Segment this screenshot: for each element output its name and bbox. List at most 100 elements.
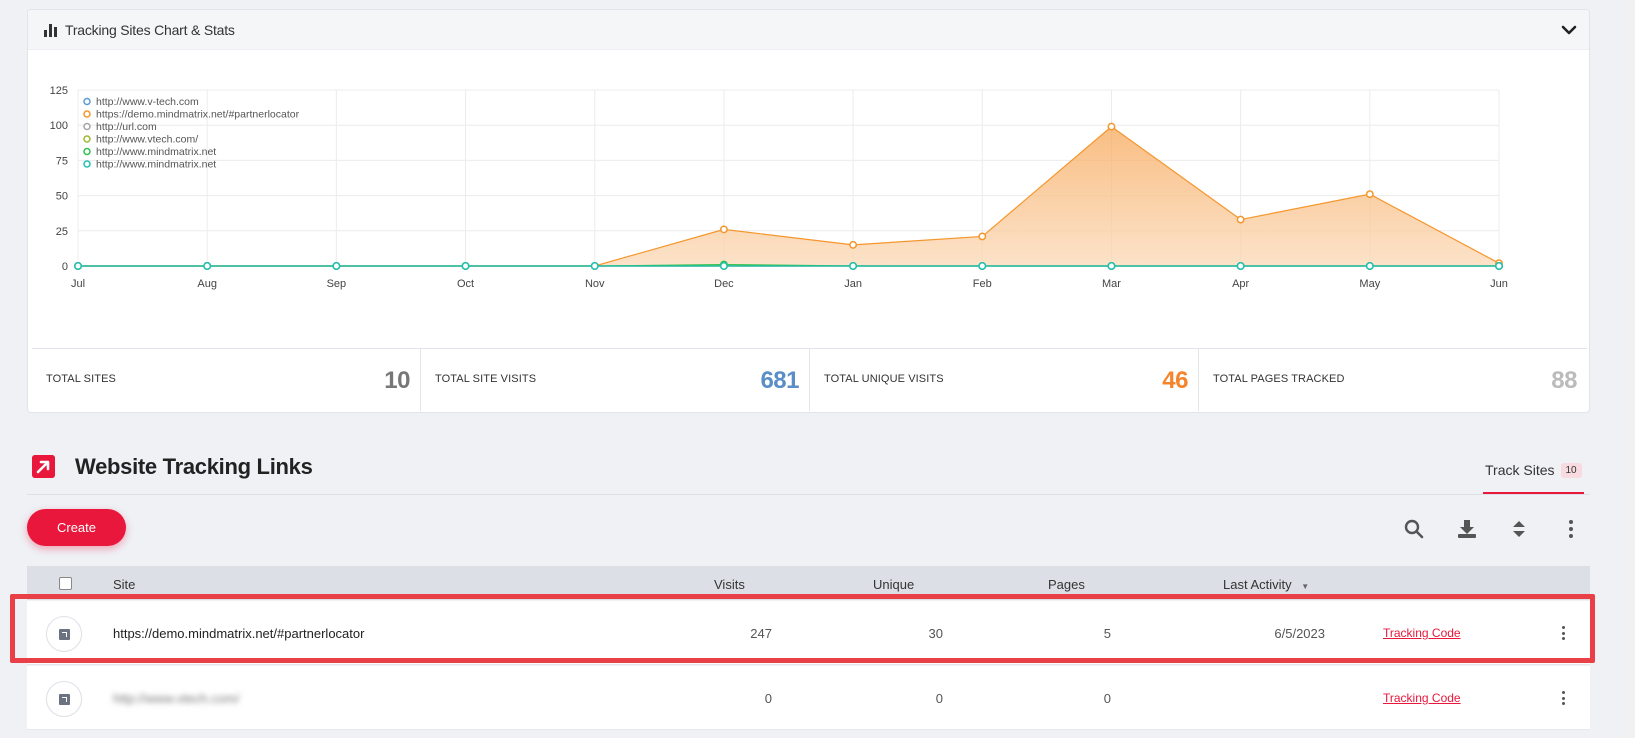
tab-track-sites[interactable]: Track Sites 10 xyxy=(1483,462,1584,494)
y-tick-label: 50 xyxy=(56,191,68,203)
legend-label: http://url.com xyxy=(96,121,157,133)
sort-icon[interactable] xyxy=(1508,518,1530,540)
row-more-icon[interactable] xyxy=(1560,691,1566,705)
section-divider xyxy=(27,494,1590,495)
data-point xyxy=(978,232,987,241)
x-tick-label: Dec xyxy=(714,278,734,290)
tracking-line-chart: 0 25 50 75 100 125 Jul Aug Sep Oct Nov Dec Jan Feb Mar… xyxy=(50,85,1508,290)
data-point xyxy=(461,262,470,270)
x-tick-label: Jul xyxy=(71,278,85,290)
legend-label: http://www.vtech.com/ xyxy=(96,134,198,146)
data-point xyxy=(1107,122,1116,131)
chart-panel-title: Tracking Sites Chart & Stats xyxy=(65,21,235,38)
x-tick-label: Sep xyxy=(327,278,347,290)
data-point xyxy=(719,262,728,270)
chevron-down-icon[interactable] xyxy=(1559,20,1579,40)
download-icon[interactable] xyxy=(1456,518,1478,540)
column-pages[interactable]: Pages xyxy=(1048,577,1085,592)
data-point xyxy=(1236,262,1245,270)
legend-marker xyxy=(83,160,91,168)
search-icon[interactable] xyxy=(1403,518,1425,540)
stat-label: TOTAL SITE VISITS xyxy=(435,373,537,385)
stat-label: TOTAL SITES xyxy=(46,373,116,385)
unique-value: 30 xyxy=(928,626,943,641)
chart-panel: Tracking Sites Chart & Stats 0 25 50 75 100 1… xyxy=(27,9,1590,413)
legend-label: http://www.v-tech.com xyxy=(96,96,199,108)
x-tick-label: Jun xyxy=(1490,278,1508,290)
tab-label: Track Sites xyxy=(1485,462,1555,478)
data-point xyxy=(590,262,599,270)
stat-total-sites: TOTAL SITES 10 xyxy=(32,349,421,411)
data-point xyxy=(1107,262,1116,270)
visits-value: 0 xyxy=(764,691,772,706)
unique-value: 0 xyxy=(935,691,943,706)
stats-row: TOTAL SITES 10 TOTAL SITE VISITS 681 TOT… xyxy=(32,348,1587,411)
stat-label: TOTAL PAGES TRACKED xyxy=(1213,373,1345,385)
more-icon[interactable] xyxy=(1560,518,1582,540)
chart-panel-header[interactable]: Tracking Sites Chart & Stats xyxy=(28,10,1589,50)
y-tick-label: 25 xyxy=(56,226,68,238)
stat-value: 88 xyxy=(1551,367,1577,394)
column-label: Last Activity xyxy=(1223,577,1292,592)
tracking-code-link[interactable]: Tracking Code xyxy=(1383,691,1461,705)
visits-value: 247 xyxy=(750,626,772,641)
data-point xyxy=(849,262,858,270)
y-tick-label: 125 xyxy=(50,85,68,97)
stat-value: 681 xyxy=(760,367,799,394)
y-tick-label: 75 xyxy=(56,155,68,167)
x-tick-label: Oct xyxy=(457,278,474,290)
x-tick-label: Nov xyxy=(585,278,605,290)
legend-marker xyxy=(83,135,91,143)
bar-chart-icon xyxy=(44,23,58,37)
last-activity-value: 6/5/2023 xyxy=(1274,626,1325,641)
column-visits[interactable]: Visits xyxy=(714,577,745,592)
legend-marker xyxy=(83,110,91,118)
data-point xyxy=(1365,262,1374,270)
legend-marker xyxy=(83,122,91,131)
create-button[interactable]: Create xyxy=(27,509,126,546)
x-tick-label: Feb xyxy=(973,278,992,290)
y-tick-label: 0 xyxy=(62,261,68,273)
table-row[interactable]: http://www.vtech.com/ 0 0 0 Tracking Cod… xyxy=(27,666,1590,730)
column-site[interactable]: Site xyxy=(113,577,135,592)
series-area-1 xyxy=(78,126,1499,266)
stat-value: 10 xyxy=(384,367,410,394)
legend-marker xyxy=(83,97,91,106)
y-tick-label: 100 xyxy=(50,120,68,132)
site-url[interactable]: https://demo.mindmatrix.net/#partnerloca… xyxy=(113,626,364,641)
x-tick-label: Apr xyxy=(1232,278,1249,290)
stat-total-unique-visits: TOTAL UNIQUE VISITS 46 xyxy=(810,349,1199,411)
stat-total-pages-tracked: TOTAL PAGES TRACKED 88 xyxy=(1199,349,1587,411)
x-tick-label: May xyxy=(1359,278,1380,290)
site-url[interactable]: http://www.vtech.com/ xyxy=(113,691,239,706)
stat-total-site-visits: TOTAL SITE VISITS 681 xyxy=(421,349,810,411)
data-point xyxy=(1236,215,1245,224)
stat-label: TOTAL UNIQUE VISITS xyxy=(824,373,944,385)
tab-count-badge: 10 xyxy=(1560,463,1582,478)
page-title: Website Tracking Links xyxy=(75,454,313,479)
table-row[interactable]: https://demo.mindmatrix.net/#partnerloca… xyxy=(27,601,1590,665)
data-point xyxy=(332,262,341,270)
pages-value: 0 xyxy=(1103,691,1111,706)
scrollbar[interactable] xyxy=(1625,0,1635,738)
table-header: Site Visits Unique Pages Last Activity ▼ xyxy=(27,566,1590,600)
tracking-code-link[interactable]: Tracking Code xyxy=(1383,626,1461,640)
data-point xyxy=(1495,262,1503,270)
x-tick-label: Mar xyxy=(1102,278,1121,290)
data-point xyxy=(719,225,728,234)
link-icon xyxy=(46,616,82,652)
data-point xyxy=(849,240,858,249)
data-point xyxy=(1365,190,1374,199)
sort-desc-icon: ▼ xyxy=(1301,582,1310,591)
row-more-icon[interactable] xyxy=(1560,626,1566,640)
column-unique[interactable]: Unique xyxy=(873,577,914,592)
data-point xyxy=(74,262,82,270)
legend-label: https://demo.mindmatrix.net/#partnerloca… xyxy=(96,109,300,121)
data-point xyxy=(203,262,212,270)
pages-value: 5 xyxy=(1103,626,1111,641)
x-tick-label: Aug xyxy=(197,278,217,290)
column-last-activity[interactable]: Last Activity ▼ xyxy=(1223,577,1309,592)
external-link-icon xyxy=(32,455,55,478)
select-all-checkbox[interactable] xyxy=(59,577,72,590)
x-tick-label: Jan xyxy=(844,278,862,290)
